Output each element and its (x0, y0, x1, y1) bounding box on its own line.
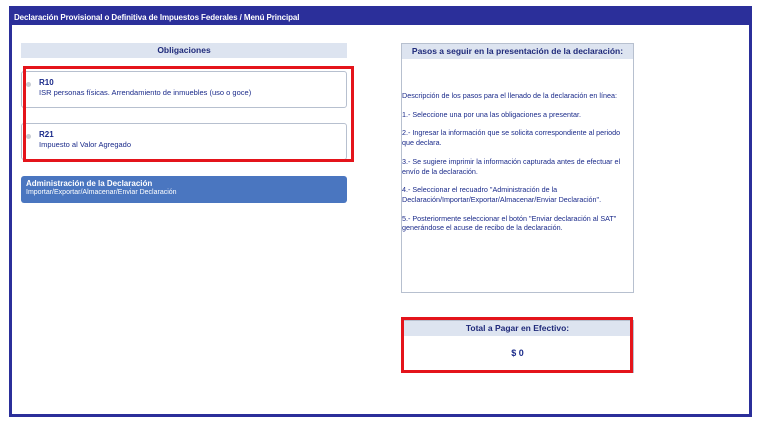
step-1: 1.- Seleccione una por una las obligacio… (402, 109, 582, 119)
obligation-code[interactable]: R10 (39, 78, 54, 87)
step-5: 5.- Posteriormente seleccionar el botón … (402, 213, 617, 233)
steps-text: Descripción de los pasos para el llenado… (402, 91, 632, 242)
bullet-icon (26, 134, 31, 139)
admin-declaration-button[interactable]: Administración de la Declaración Importa… (21, 176, 347, 203)
admin-button-subtitle: Importar/Exportar/Almacenar/Enviar Decla… (26, 189, 177, 196)
steps-header: Pasos a seguir en la presentación de la … (402, 44, 633, 59)
obligations-header: Obligaciones (21, 43, 347, 58)
obligation-description: Impuesto al Valor Agregado (39, 140, 132, 149)
title-bar: Declaración Provisional o Definitiva de … (12, 10, 749, 25)
obligation-item-r21[interactable]: R21 Impuesto al Valor Agregado (21, 123, 347, 160)
total-panel: Total a Pagar en Efectivo: $ 0 (401, 320, 634, 373)
step-4: 4.- Seleccionar el recuadro "Administrac… (402, 185, 602, 204)
total-amount: $ 0 (511, 348, 524, 358)
step-2: 2.- Ingresar la información que se solic… (402, 128, 621, 148)
step-3: 3.- Se sugiere imprimir la información c… (402, 156, 621, 176)
main-window: Declaración Provisional o Definitiva de … (9, 6, 752, 417)
steps-panel: Pasos a seguir en la presentación de la … (401, 43, 634, 293)
admin-button-title: Administración de la Declaración (26, 179, 153, 188)
obligation-description: ISR personas físicas. Arrendamiento de i… (39, 88, 252, 97)
steps-intro: Descripción de los pasos para el llenado… (402, 91, 617, 100)
obligation-item-r10[interactable]: R10 ISR personas físicas. Arrendamiento … (21, 71, 347, 108)
total-header: Total a Pagar en Efectivo: (402, 321, 633, 336)
obligation-code[interactable]: R21 (39, 130, 54, 139)
bullet-icon (26, 82, 31, 87)
